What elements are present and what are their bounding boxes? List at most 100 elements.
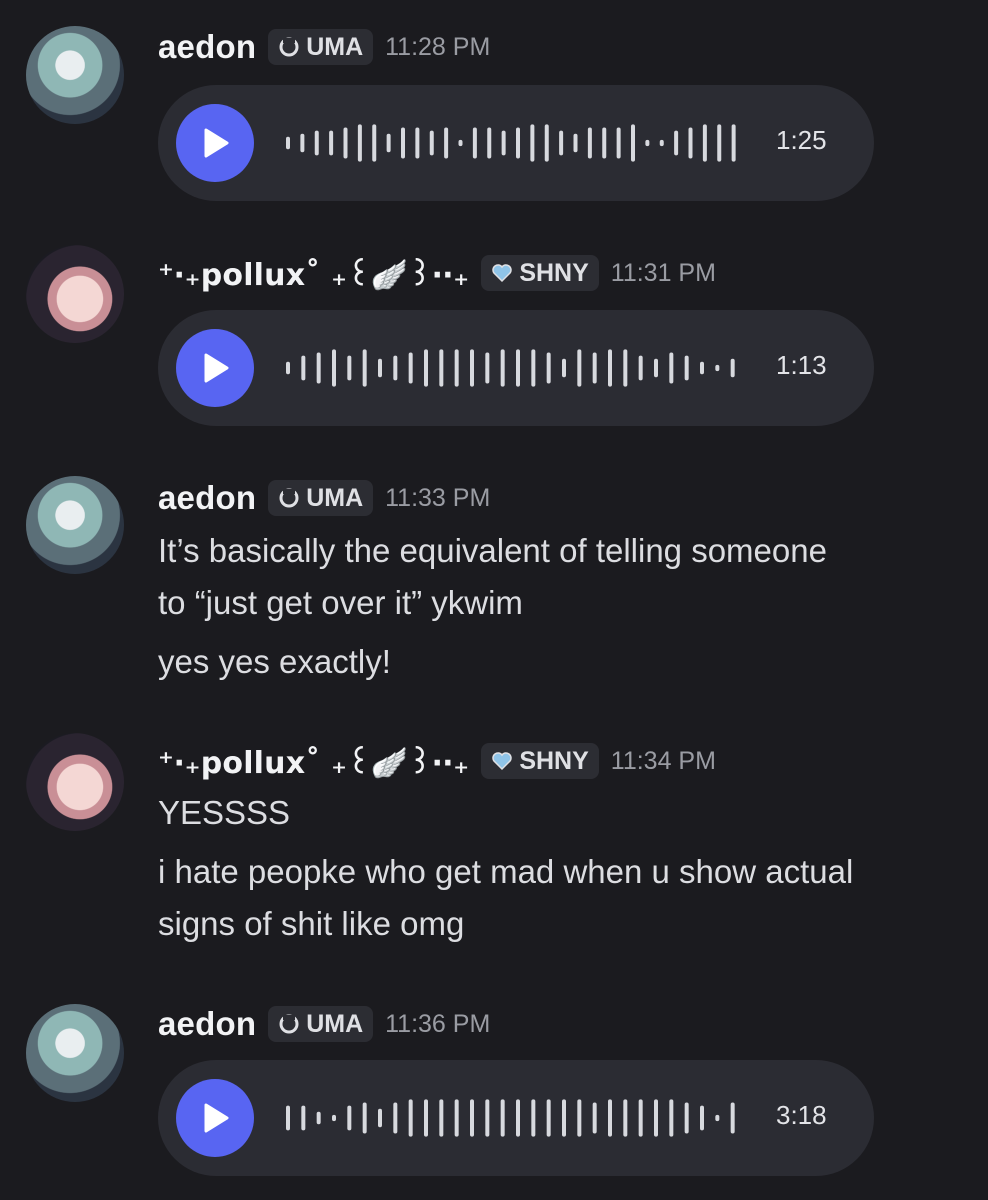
timestamp: 11:28 PM bbox=[385, 32, 491, 61]
waveform-bar bbox=[378, 358, 382, 378]
waveform-bar bbox=[424, 1099, 428, 1137]
waveform-bar bbox=[439, 349, 444, 387]
waveform-bar bbox=[347, 355, 352, 381]
waveform-bar bbox=[343, 127, 348, 159]
ring-icon bbox=[279, 37, 299, 57]
waveform-bar bbox=[669, 352, 674, 384]
waveform-bar bbox=[559, 130, 564, 156]
waveform-bar bbox=[577, 349, 582, 387]
waveform-bar bbox=[715, 1114, 720, 1122]
waveform-bar bbox=[684, 355, 689, 381]
waveform-bar bbox=[608, 1099, 612, 1137]
waveform-bar bbox=[485, 1099, 490, 1137]
waveform-bar bbox=[332, 1114, 336, 1122]
message-text: to “just get over it” ykwim bbox=[158, 584, 523, 621]
waveform-bar bbox=[531, 1099, 536, 1137]
waveform-bar bbox=[401, 127, 405, 159]
tag-label: SHNY bbox=[519, 746, 589, 775]
waveform-bar bbox=[454, 1099, 459, 1137]
waveform-bar bbox=[688, 127, 693, 159]
waveform-bar bbox=[386, 133, 391, 153]
username[interactable]: aedon bbox=[158, 28, 256, 66]
waveform-bar bbox=[332, 349, 336, 387]
waveform-bar bbox=[444, 127, 449, 159]
waveform-bar bbox=[631, 124, 635, 162]
tag-label: SHNY bbox=[519, 258, 589, 287]
waveform-bar bbox=[329, 130, 334, 156]
waveform[interactable] bbox=[282, 348, 762, 388]
waveform-bar bbox=[602, 127, 607, 159]
waveform-bar bbox=[700, 361, 704, 375]
waveform-bar bbox=[487, 127, 492, 159]
guild-tag[interactable]: UMA bbox=[268, 29, 374, 65]
guild-tag[interactable]: UMA bbox=[268, 480, 374, 516]
username[interactable]: ⁺‧₊pollux˚ ₊꒰🪽꒱‧‧₊ bbox=[158, 742, 469, 781]
voice-message: 3:18 bbox=[158, 1060, 874, 1176]
waveform-bar bbox=[357, 124, 362, 162]
avatar[interactable] bbox=[26, 476, 124, 574]
waveform-bar bbox=[654, 358, 658, 378]
waveform-bar bbox=[485, 352, 490, 384]
waveform-bar bbox=[700, 1105, 704, 1131]
voice-duration: 3:18 bbox=[776, 1100, 827, 1130]
guild-tag[interactable]: SHNY bbox=[481, 743, 599, 779]
waveform-bar bbox=[616, 127, 621, 159]
waveform[interactable] bbox=[282, 123, 762, 163]
voice-duration: 1:13 bbox=[776, 350, 827, 380]
waveform-bar bbox=[286, 1105, 290, 1131]
guild-tag[interactable]: UMA bbox=[268, 1006, 374, 1042]
message-text: i hate peopke who get mad when u show ac… bbox=[158, 853, 854, 890]
waveform-bar bbox=[415, 127, 420, 159]
waveform-bar bbox=[577, 1099, 582, 1137]
waveform-bar bbox=[454, 349, 459, 387]
timestamp: 11:31 PM bbox=[610, 258, 716, 287]
tag-label: UMA bbox=[306, 483, 364, 512]
waveform-bar bbox=[300, 133, 305, 153]
timestamp: 11:36 PM bbox=[385, 1009, 491, 1038]
avatar[interactable] bbox=[26, 26, 124, 124]
waveform-bar bbox=[674, 130, 679, 156]
waveform-bar bbox=[470, 349, 474, 387]
play-icon bbox=[204, 1103, 229, 1133]
avatar[interactable] bbox=[26, 1004, 124, 1102]
play-button[interactable] bbox=[176, 104, 254, 182]
timestamp: 11:34 PM bbox=[610, 746, 716, 775]
play-button[interactable] bbox=[176, 329, 254, 407]
guild-tag[interactable]: SHNY bbox=[481, 255, 599, 291]
waveform-bar bbox=[393, 355, 398, 381]
waveform-bar bbox=[531, 349, 536, 387]
waveform[interactable] bbox=[282, 1098, 762, 1138]
waveform-bar bbox=[393, 1102, 398, 1134]
waveform-bar bbox=[362, 1102, 367, 1134]
waveform-bar bbox=[715, 364, 720, 372]
waveform-bar bbox=[301, 355, 306, 381]
avatar[interactable] bbox=[26, 245, 124, 343]
waveform-bar bbox=[429, 130, 434, 156]
waveform-bar bbox=[669, 1099, 674, 1137]
waveform-bar bbox=[314, 130, 319, 156]
waveform-bar bbox=[286, 136, 290, 150]
waveform-bar bbox=[316, 352, 321, 384]
waveform-bar bbox=[500, 1099, 505, 1137]
username[interactable]: aedon bbox=[158, 479, 256, 517]
voice-message: 1:13 bbox=[158, 310, 874, 426]
waveform-bar bbox=[592, 1102, 597, 1134]
waveform-bar bbox=[702, 124, 707, 162]
waveform-bar bbox=[458, 139, 463, 147]
waveform-bar bbox=[623, 1099, 628, 1137]
waveform-bar bbox=[408, 352, 413, 384]
play-button[interactable] bbox=[176, 1079, 254, 1157]
message-text: signs of shit like omg bbox=[158, 905, 465, 942]
waveform-bar bbox=[645, 139, 650, 147]
username[interactable]: aedon bbox=[158, 1005, 256, 1043]
waveform-bar bbox=[730, 1102, 735, 1134]
ring-icon bbox=[279, 1014, 299, 1034]
message-text: It’s basically the equivalent of telling… bbox=[158, 532, 827, 569]
waveform-bar bbox=[544, 124, 549, 162]
waveform-bar bbox=[516, 1099, 520, 1137]
waveform-bar bbox=[362, 349, 367, 387]
message-text: YESSSS bbox=[158, 794, 291, 831]
username[interactable]: ⁺‧₊pollux˚ ₊꒰🪽꒱‧‧₊ bbox=[158, 254, 469, 293]
waveform-bar bbox=[717, 124, 722, 162]
avatar[interactable] bbox=[26, 733, 124, 831]
